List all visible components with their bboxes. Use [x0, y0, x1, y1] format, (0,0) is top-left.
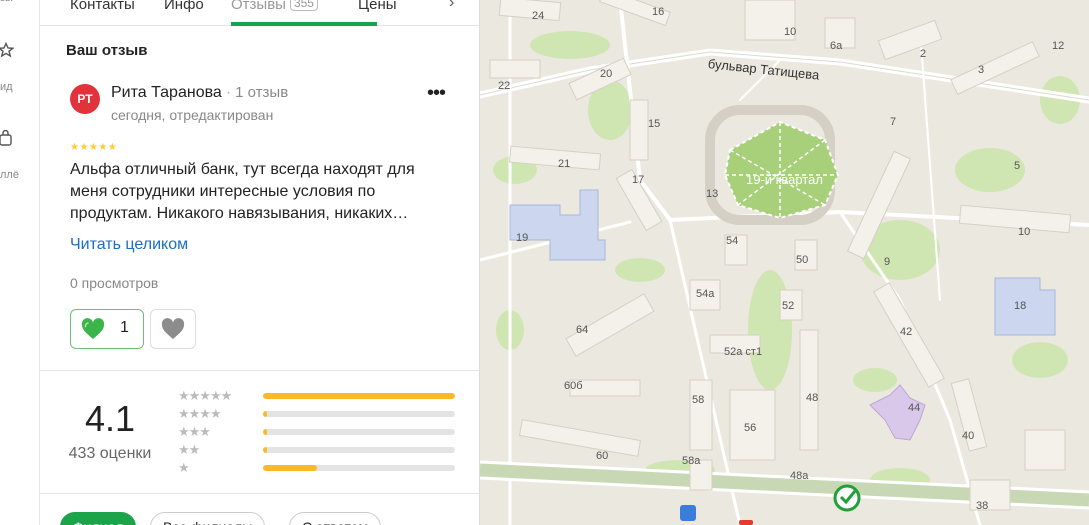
read-more-link[interactable]: Читать целиком [70, 236, 188, 254]
more-dots-icon[interactable]: ••• [424, 83, 448, 108]
house-number: 12 [1052, 40, 1065, 52]
map-view[interactable]: бульвар Татищева 19-й квартал 24 16 10 6а 2 2… [480, 0, 1089, 525]
house-number: 38 [976, 500, 989, 512]
house-number: 60б [564, 380, 583, 392]
review-author: Рита Таранова · 1 отзыв [111, 84, 288, 102]
reviews-count-badge: 355 [289, 0, 318, 11]
house-number: 21 [558, 158, 571, 170]
dot-separator: · [225, 84, 232, 101]
house-number: 24 [532, 10, 545, 22]
like-count: 1 [120, 319, 129, 336]
avatar[interactable]: РТ [70, 84, 100, 114]
house-number: 2 [920, 48, 927, 60]
rating-row-stars: ★★★★ [178, 406, 222, 421]
filter-chip-branch[interactable]: Филиал [60, 512, 137, 525]
review-date: сегодня, отредактирован [111, 107, 274, 123]
tab-info[interactable]: Инфо [164, 0, 204, 22]
views-count: 0 просмотров [70, 275, 159, 291]
org-panel: Контакты Инфо Отзывы 355 Цены › Ваш отзыв… [40, 0, 480, 525]
rating-row-stars: ★★ [178, 442, 200, 457]
house-number: 48 [806, 392, 819, 404]
rating-row-fill [263, 447, 267, 453]
heart-gray-icon [161, 318, 185, 339]
house-number: 58 [692, 394, 705, 406]
rating-count: 433 оценки [68, 445, 152, 462]
tab-bar: Контакты Инфо Отзывы 355 Цены › [40, 0, 479, 26]
house-number: 10 [1018, 226, 1031, 238]
section-title: Ваш отзыв [66, 42, 148, 59]
house-number: 15 [648, 118, 661, 130]
author-review-count: 1 отзыв [235, 84, 289, 101]
tab-contacts[interactable]: Контакты [70, 0, 135, 22]
star-outline-icon [0, 42, 14, 58]
house-number: 3 [978, 64, 985, 76]
house-number: 9 [884, 256, 891, 268]
house-number: 10 [784, 26, 797, 38]
house-number: 6а [830, 40, 843, 52]
house-number: 18 [1014, 300, 1027, 312]
house-number: 56 [744, 422, 757, 434]
tab-reviews[interactable]: Отзывы 355 [231, 0, 318, 22]
like-button[interactable]: 1 [70, 309, 144, 349]
house-number: 58а [682, 455, 701, 467]
house-number: 16 [652, 6, 665, 18]
filter-chip-all-branches[interactable]: Все филиалы [150, 512, 266, 525]
tab-prices[interactable]: Цены [358, 0, 397, 22]
rating-row-stars: ★★★ [178, 424, 211, 439]
review-stars: ★★★★★ [70, 142, 118, 153]
house-number: 19 [516, 232, 529, 244]
house-number: 13 [706, 188, 719, 200]
app-root: зы ид ллё Контакты Инфо Отзывы355 Цены ›… [0, 0, 1089, 525]
house-number: 22 [498, 80, 511, 92]
rating-row-bar [263, 429, 455, 435]
chevron-right-icon[interactable]: › [449, 0, 454, 12]
house-number: 54 [726, 235, 739, 247]
rail-item-label: ллё [0, 169, 19, 181]
bag-icon [0, 130, 12, 146]
house-number: 52а ст1 [724, 346, 763, 358]
rating-row-bar [263, 411, 455, 417]
house-number: 44 [908, 402, 921, 414]
house-number: 40 [962, 430, 975, 442]
divider [40, 493, 479, 494]
review-text: Альфа отличный банк, тут всегда находят … [70, 161, 415, 222]
house-number: 52 [782, 300, 795, 312]
rating-row-stars: ★★★★★ [178, 388, 232, 403]
house-number: 50 [796, 254, 809, 266]
house-number: 64 [576, 324, 589, 336]
house-number: 42 [900, 326, 913, 338]
tab-reviews-label: Отзывы [231, 0, 286, 13]
heart-icon [81, 318, 105, 339]
house-number: 48а [790, 470, 809, 482]
rating-row-fill [263, 411, 267, 417]
rating-row-fill [263, 429, 267, 435]
rating-row-bar [263, 465, 455, 471]
park-label: 19-й квартал [746, 172, 823, 187]
active-tab-indicator [231, 22, 377, 26]
divider [40, 370, 479, 371]
author-name[interactable]: Рита Таранова [111, 84, 222, 101]
rating-value: 4.1 [84, 398, 136, 439]
dislike-button[interactable] [150, 309, 196, 349]
rating-row-fill [263, 393, 455, 399]
rating-row-bar [263, 393, 455, 399]
filter-chip-with-answer[interactable]: С ответом [289, 512, 382, 525]
house-number: 60 [596, 450, 609, 462]
house-number: 54а [696, 288, 715, 300]
rating-row-fill [263, 465, 317, 471]
house-number: 17 [632, 174, 645, 186]
rating-row-stars: ★ [178, 460, 190, 475]
house-number: 20 [600, 68, 613, 80]
left-rail: зы ид ллё [0, 0, 40, 525]
rail-item-label: ид [0, 81, 13, 93]
rail-item-label: зы [0, 0, 13, 4]
house-number: 5 [1014, 160, 1021, 172]
rating-row-bar [263, 447, 455, 453]
house-number: 7 [890, 116, 897, 128]
